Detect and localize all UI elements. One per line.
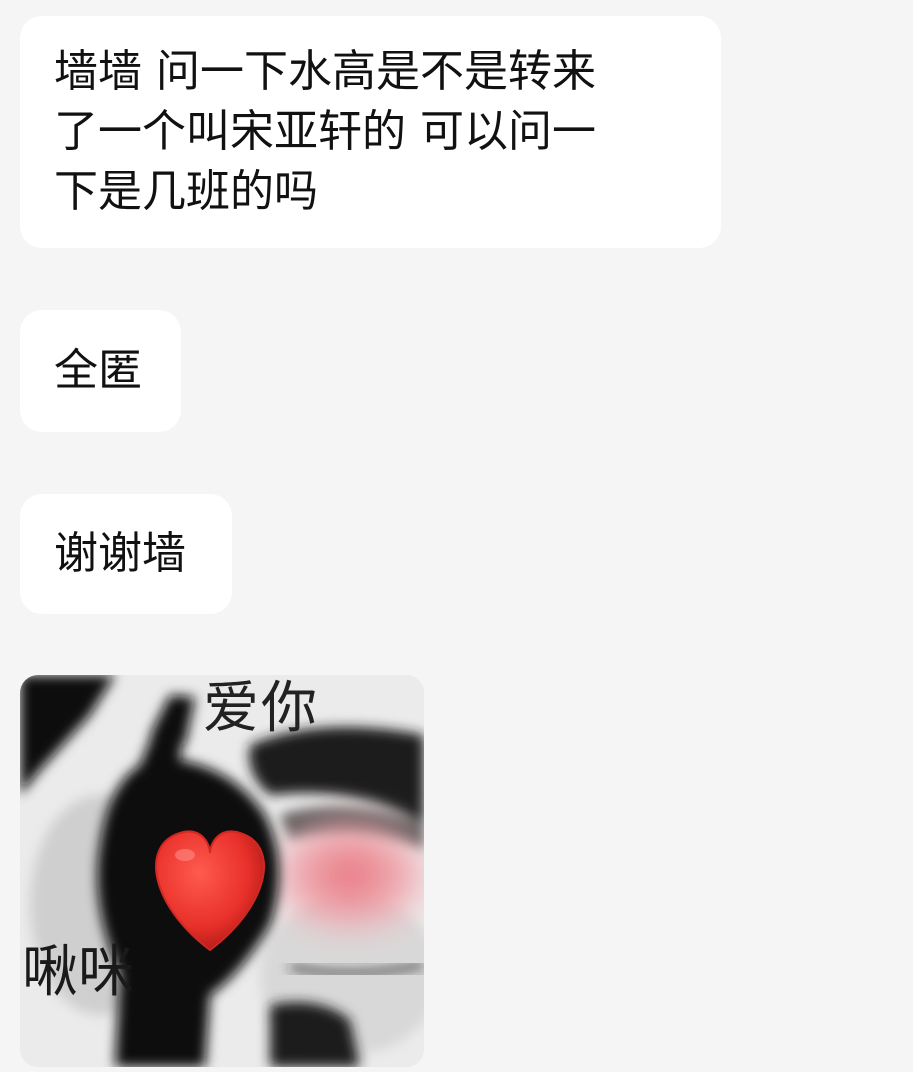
message-bubble-1[interactable]: 墙墙 问一下水高是不是转来 了一个叫宋亚轩的 可以问一 下是几班的吗 [20,16,721,248]
message-text-1: 墙墙 问一下水高是不是转来 了一个叫宋亚轩的 可以问一 下是几班的吗 [54,46,596,217]
sticker-image-message[interactable]: 爱你 啾咪 [20,675,424,1067]
sticker-caption-bottom: 啾咪 [22,940,134,1005]
message-bubble-2[interactable]: 全匿 [20,310,181,432]
message-bubble-3[interactable]: 谢谢墙 [20,494,232,614]
message-text-3: 谢谢墙 [54,528,186,579]
message-text-2: 全匿 [54,345,142,396]
sticker-caption-top: 爱你 [203,676,319,741]
